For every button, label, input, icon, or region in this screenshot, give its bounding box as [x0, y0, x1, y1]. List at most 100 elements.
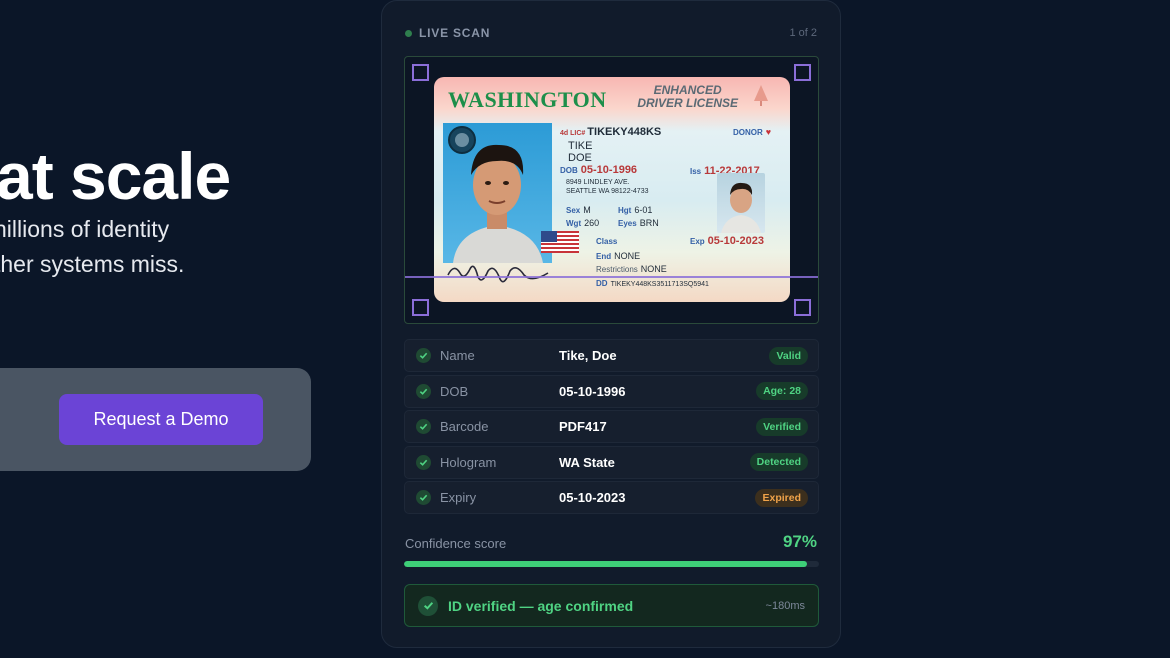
confidence-bar: [404, 561, 819, 567]
request-demo-button[interactable]: Request a Demo: [59, 394, 263, 445]
pager: 1 of 2: [789, 27, 817, 39]
row-label: Name: [440, 348, 475, 363]
heart-icon: ♥: [765, 127, 772, 137]
scan-corner-bottom-right: [794, 299, 811, 316]
signature-icon: [447, 265, 549, 283]
sex-field: Sex M: [566, 205, 591, 215]
issue-date-label: Iss: [690, 167, 702, 176]
live-scan-label: LIVE SCAN: [419, 26, 491, 40]
check-icon: [416, 383, 431, 399]
row-label: Barcode: [440, 419, 489, 435]
card-header: LIVE SCAN 1 of 2: [405, 26, 817, 40]
scan-corner-bottom-left: [412, 299, 429, 316]
restrictions-value: NONE: [640, 264, 667, 274]
license-number-field: 4d LIC# TIKEKY448KS: [560, 126, 661, 138]
confidence-bar-fill: [404, 561, 807, 567]
live-scan-indicator: LIVE SCAN: [405, 26, 490, 40]
class-field: Class: [596, 236, 620, 246]
dob-field: DOB 05-10-1996: [560, 164, 637, 176]
license-number-value: TIKEKY448KS: [587, 126, 662, 138]
scan-line: [405, 276, 818, 278]
restrictions-field: Restrictions NONE: [596, 264, 667, 274]
row-dob: DOB 05-10-1996 Age: 28: [404, 374, 819, 408]
scan-corner-top-left: [412, 64, 429, 81]
license-ghost-photo: [717, 173, 765, 233]
restrictions-label: Restrictions: [596, 265, 638, 274]
live-dot-icon: [405, 29, 412, 37]
eyes-value: BRN: [639, 218, 659, 228]
state-seal-icon: [448, 126, 476, 154]
license-type-line-2: DRIVER LICENSE: [637, 96, 738, 110]
scan-corner-top-right: [794, 64, 811, 81]
dd-value: TIKEKY448KS3511713SQ5941: [610, 281, 709, 288]
eyes-label: Eyes: [618, 219, 637, 228]
sex-label: Sex: [566, 206, 581, 215]
row-label: Hologram: [440, 454, 497, 470]
dob-label: DOB: [560, 166, 578, 175]
address-line-2: SEATTLE WA 98122-4733: [566, 188, 649, 195]
check-circle-icon: [418, 595, 438, 616]
status-badge: Valid: [769, 346, 808, 365]
verification-result-text: ID verified — age confirmed: [448, 597, 634, 614]
height-value: 6-01: [634, 205, 653, 215]
check-icon: [416, 490, 431, 506]
row-value: WA State: [559, 454, 615, 470]
dd-label: DD: [596, 279, 608, 288]
donor-label: DONOR: [733, 128, 763, 137]
hero-subtitle-line-2: ther systems miss.: [0, 251, 185, 277]
height-field: Hgt 6-01: [618, 205, 652, 215]
row-hologram: Hologram WA State Detected: [404, 445, 819, 479]
sex-value: M: [583, 205, 591, 215]
confidence-value: 97%: [782, 532, 817, 551]
scan-card: LIVE SCAN 1 of 2 WASHINGTON ENHANCED DRI…: [381, 0, 841, 648]
verification-time: ~180ms: [765, 599, 805, 612]
tree-icon: [754, 85, 768, 106]
row-value: 05-10-2023: [559, 490, 626, 506]
confidence-label: Confidence score: [405, 536, 507, 551]
hero-subtitle-line-1: nillions of identity: [0, 216, 170, 242]
address-line-1: 8949 LINDLEY AVE.: [566, 179, 630, 186]
endorsement-value: NONE: [614, 251, 641, 261]
endorsement-label: End: [596, 252, 612, 261]
row-expiry: Expiry 05-10-2023 Expired: [404, 481, 819, 515]
license-type: ENHANCED DRIVER LICENSE: [637, 84, 738, 110]
person-small-icon: [721, 182, 761, 233]
weight-label: Wgt: [566, 219, 582, 228]
license-number-label: 4d LIC#: [560, 130, 586, 137]
status-badge: Expired: [755, 488, 808, 507]
row-label: Expiry: [440, 490, 477, 506]
row-label: DOB: [440, 383, 469, 399]
id-license-image: WASHINGTON ENHANCED DRIVER LICENSE 4d LI…: [434, 77, 790, 302]
us-flag-icon: [541, 231, 579, 253]
expiry-label: Exp: [690, 237, 705, 246]
status-badge: Age: 28: [756, 382, 808, 401]
check-icon: [416, 419, 431, 435]
row-value: Tike, Doe: [559, 348, 617, 363]
first-name-field: DOE: [568, 152, 592, 164]
eyes-field: Eyes BRN: [618, 218, 659, 228]
row-barcode: Barcode PDF417 Verified: [404, 410, 819, 444]
hero-subtitle: nillions of identity ther systems miss.: [0, 212, 184, 282]
status-badge: Detected: [749, 453, 808, 472]
endorsement-field: End NONE: [596, 251, 640, 261]
expiry-value: 05-10-2023: [707, 235, 764, 247]
weight-field: Wgt 260: [566, 218, 599, 228]
height-label: Hgt: [618, 206, 632, 215]
verification-result: ID verified — age confirmed ~180ms: [404, 584, 819, 627]
class-label: Class: [596, 237, 618, 246]
hero-title: at scale: [0, 139, 231, 213]
check-icon: [416, 348, 431, 363]
row-name: Name Tike, Doe Valid: [404, 339, 819, 372]
donor-field: DONOR ♥: [733, 127, 771, 137]
weight-value: 260: [584, 218, 600, 228]
row-value: 05-10-1996: [559, 383, 626, 399]
status-badge: Verified: [756, 417, 808, 436]
expiry-field: Exp 05-10-2023: [690, 235, 764, 247]
row-value: PDF417: [559, 419, 607, 435]
dob-value: 05-10-1996: [580, 164, 638, 176]
dd-field: DD TIKEKY448KS3511713SQ5941: [596, 279, 709, 288]
license-state: WASHINGTON: [448, 87, 607, 112]
last-name-field: TIKE: [568, 140, 593, 152]
scan-frame: WASHINGTON ENHANCED DRIVER LICENSE 4d LI…: [404, 56, 819, 324]
verification-rows: Name Tike, Doe Valid DOB 05-10-1996 Age:…: [404, 339, 819, 517]
